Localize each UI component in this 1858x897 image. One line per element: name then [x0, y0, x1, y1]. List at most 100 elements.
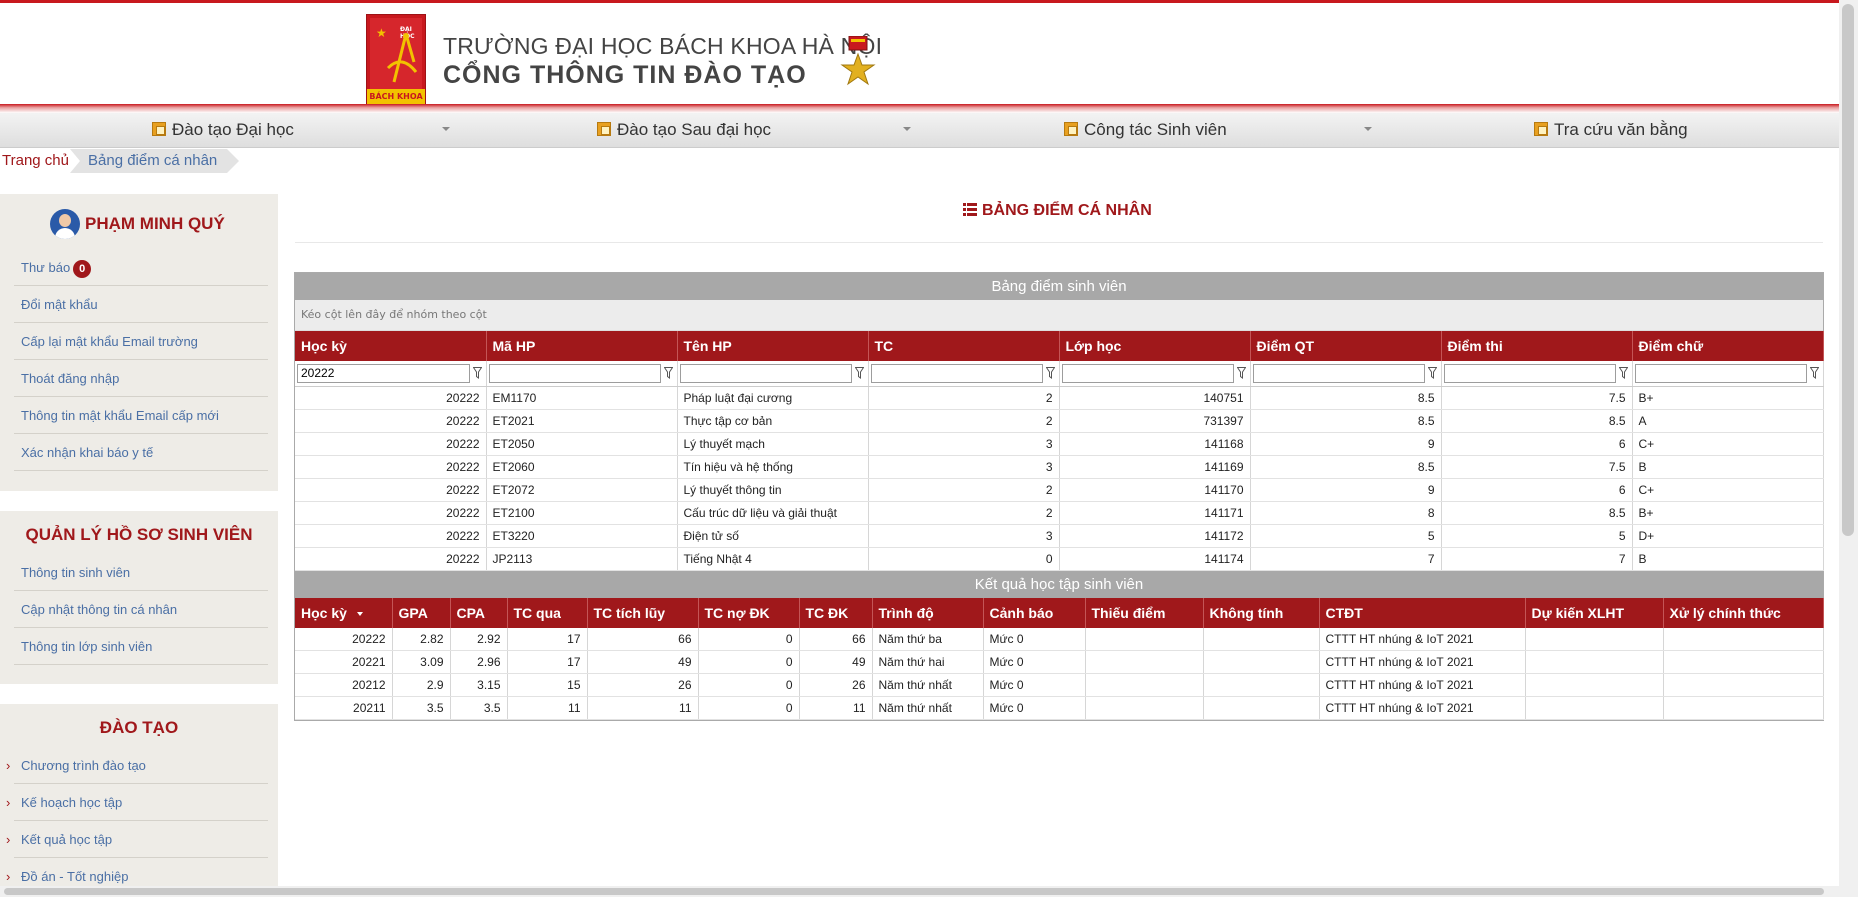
sidebar-link-study-results[interactable]: › Kết quả học tập — [6, 822, 268, 858]
breadcrumb-current[interactable]: Bảng điểm cá nhân — [70, 149, 240, 173]
result-cell: 20222 — [295, 628, 393, 651]
grade-cell: 20222 — [295, 386, 487, 410]
filter-icon[interactable] — [663, 367, 673, 379]
results-column-header[interactable]: Xử lý chính thức — [1663, 598, 1824, 628]
nav-item-diploma-lookup[interactable]: Tra cứu văn bằng — [1534, 113, 1688, 147]
grade-cell: 20222 — [295, 547, 487, 571]
sidebar-link-inbox[interactable]: Thư báo 0 — [14, 250, 268, 286]
grade-cell: EM1170 — [486, 386, 678, 410]
results-column-header[interactable]: TC nợ ĐK — [698, 598, 800, 628]
result-cell: 15 — [507, 673, 588, 697]
grade-row[interactable]: 20222 ET3220 Điện tử số 3 141172 5 5 D+ — [295, 524, 1824, 548]
sidebar-link-reset-email-password[interactable]: Cấp lại mật khẩu Email trường — [14, 324, 268, 360]
sidebar-link-new-email-password[interactable]: Thông tin mật khẩu Email cấp mới — [14, 398, 268, 434]
results-column-label: GPA — [398, 605, 428, 621]
results-column-header[interactable]: GPA — [392, 598, 451, 628]
results-column-header[interactable]: Cảnh báo — [983, 598, 1086, 628]
grades-column-header[interactable]: Mã HP — [486, 331, 678, 361]
vertical-scroll-thumb[interactable] — [1842, 4, 1854, 536]
horizontal-scrollbar[interactable] — [0, 886, 1839, 897]
filter-icon[interactable] — [854, 367, 864, 379]
nav-item-postgraduate[interactable]: Đào tạo Sau đại học — [597, 113, 771, 147]
sidebar-link-health-declaration[interactable]: Xác nhận khai báo y tế — [14, 435, 268, 471]
grade-row[interactable]: 20222 ET2060 Tín hiệu và hệ thống 3 141169 8.… — [295, 455, 1824, 479]
sidebar-link-student-info[interactable]: Thông tin sinh viên — [14, 555, 268, 591]
filter-icon[interactable] — [472, 367, 482, 379]
filter-icon[interactable] — [1236, 367, 1246, 379]
results-body: 20222 2.82 2.92 17 66 0 66 Năm thứ ba Mức 0 CTTT … — [295, 628, 1824, 720]
results-column-header[interactable]: TC ĐK — [799, 598, 873, 628]
grade-row[interactable]: 20222 ET2100 Cấu trúc dữ liệu và giải thuậ… — [295, 501, 1824, 525]
sidebar-link-study-plan[interactable]: › Kế hoạch học tập — [6, 785, 268, 821]
dropdown-caret-icon[interactable] — [903, 127, 911, 131]
column-filter-input[interactable] — [679, 364, 864, 383]
sidebar-link-class-info[interactable]: Thông tin lớp sinh viên — [14, 629, 268, 665]
dropdown-caret-icon[interactable] — [1364, 127, 1372, 131]
result-row[interactable]: 20212 2.9 3.15 15 26 0 26 Năm thứ nhất Mức 0 CTTT… — [295, 673, 1824, 697]
column-filter-input[interactable]: 20222 — [297, 364, 482, 383]
sidebar-link-logout[interactable]: Thoát đăng nhập — [14, 361, 268, 397]
filter-icon[interactable] — [1427, 367, 1437, 379]
result-row[interactable]: 20222 2.82 2.92 17 66 0 66 Năm thứ ba Mức 0 CTTT … — [295, 628, 1824, 651]
list-icon — [963, 203, 977, 216]
column-filter-input[interactable] — [1252, 364, 1437, 383]
grade-row[interactable]: 20222 ET2050 Lý thuyết mạch 3 141168 9 6 C+ — [295, 432, 1824, 456]
sidebar-link-update-personal-info[interactable]: Cập nhật thông tin cá nhân — [14, 592, 268, 628]
grade-row[interactable]: 20222 ET2072 Lý thuyết thông tin 2 141170 9 6 C… — [295, 478, 1824, 502]
result-row[interactable]: 20221 3.09 2.96 17 49 0 49 Năm thứ hai Mức 0 CTTT… — [295, 650, 1824, 674]
results-column-label: Không tính — [1209, 605, 1284, 621]
sort-caret-icon[interactable] — [356, 612, 363, 617]
dropdown-caret-icon[interactable] — [442, 127, 450, 131]
grade-cell: Pháp luật đại cương — [677, 386, 869, 410]
column-filter-input[interactable] — [488, 364, 673, 383]
user-name[interactable]: PHẠM MINH QUÝ — [85, 214, 225, 234]
sidebar-link-curriculum[interactable]: › Chương trình đào tạo — [6, 748, 268, 784]
grade-cell: 3 — [868, 455, 1060, 479]
breadcrumb-home[interactable]: Trang chủ — [2, 152, 69, 169]
grades-column-header[interactable]: Điểm QT — [1250, 331, 1442, 361]
results-column-header[interactable]: Thiếu điểm — [1085, 598, 1204, 628]
grade-cell: 20222 — [295, 409, 487, 433]
result-row[interactable]: 20211 3.5 3.5 11 11 0 11 Năm thứ nhất Mức 0 CTTT … — [295, 696, 1824, 720]
grade-row[interactable]: 20222 JP2113 Tiếng Nhật 4 0 141174 7 7 B — [295, 547, 1824, 571]
results-column-header[interactable]: TC tích lũy — [587, 598, 699, 628]
results-column-header[interactable]: CPA — [450, 598, 508, 628]
group-by-panel[interactable]: Kéo cột lên đây để nhóm theo cột — [295, 300, 1823, 331]
grades-column-header[interactable]: Lớp học — [1059, 331, 1251, 361]
grade-cell: 20222 — [295, 478, 487, 502]
results-column-header[interactable]: Dự kiến XLHT — [1525, 598, 1664, 628]
grade-cell: 140751 — [1059, 386, 1251, 410]
grades-column-header[interactable]: Điểm chữ — [1632, 331, 1824, 361]
school-logo[interactable]: ★ ĐẠI HỌC BÁCH KHOA — [366, 14, 426, 106]
filter-icon[interactable] — [1809, 367, 1819, 379]
grades-column-header[interactable]: Tên HP — [677, 331, 869, 361]
grades-column-header[interactable]: TC — [868, 331, 1060, 361]
results-column-label: TC tích lũy — [593, 605, 666, 621]
column-filter-input[interactable] — [1634, 364, 1819, 383]
results-column-header[interactable]: Không tính — [1203, 598, 1320, 628]
result-cell — [1663, 673, 1824, 697]
column-filter-input[interactable] — [870, 364, 1055, 383]
vertical-scrollbar[interactable] — [1839, 0, 1858, 897]
results-column-header[interactable]: Học kỳ — [295, 598, 393, 628]
results-column-header[interactable]: Trình độ — [872, 598, 984, 628]
sidebar-link-change-password[interactable]: Đổi mật khẩu — [14, 287, 268, 323]
filter-icon[interactable] — [1618, 367, 1628, 379]
column-filter-input[interactable] — [1443, 364, 1628, 383]
grade-row[interactable]: 20222 EM1170 Pháp luật đại cương 2 140751 8.5… — [295, 386, 1824, 410]
grades-column-header[interactable]: Học kỳ — [295, 331, 487, 361]
grades-filter-cell — [677, 361, 869, 387]
results-column-header[interactable]: TC qua — [507, 598, 588, 628]
grades-filter-cell — [486, 361, 678, 387]
grade-cell: B+ — [1632, 386, 1824, 410]
filter-icon[interactable] — [1045, 367, 1055, 379]
grades-column-header[interactable]: Điểm thi — [1441, 331, 1633, 361]
avatar[interactable] — [50, 209, 80, 239]
nav-item-undergraduate[interactable]: Đào tạo Đại học — [152, 113, 294, 147]
column-filter-input[interactable] — [1061, 364, 1246, 383]
horizontal-scroll-thumb[interactable] — [4, 888, 1824, 895]
results-column-header[interactable]: CTĐT — [1319, 598, 1526, 628]
grade-row[interactable]: 20222 ET2021 Thực tập cơ bản 2 731397 8.5 8.5 A — [295, 409, 1824, 433]
menu-icon — [597, 122, 611, 136]
nav-item-student-affairs[interactable]: Công tác Sinh viên — [1064, 113, 1227, 147]
